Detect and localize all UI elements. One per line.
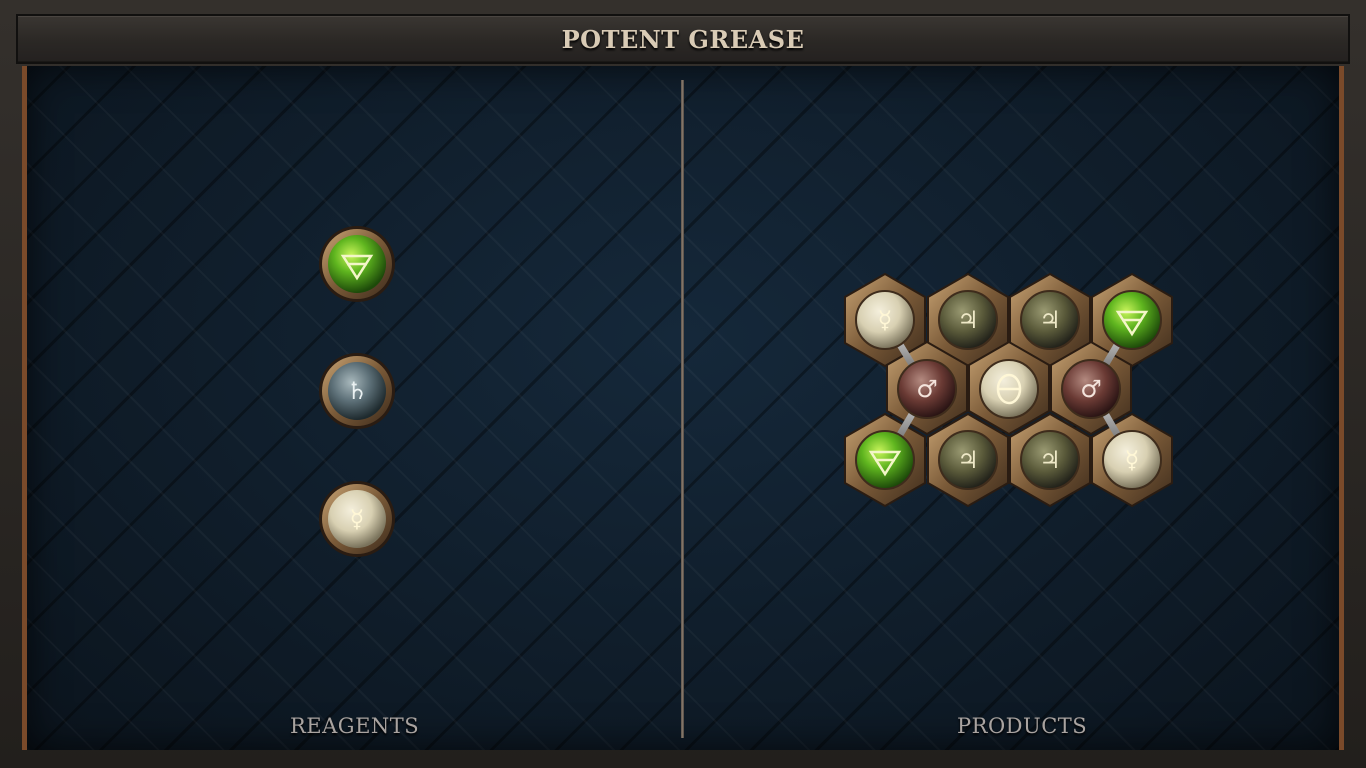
iron-icon: ♂	[1080, 375, 1102, 403]
atom-tin: ♃	[1020, 430, 1080, 490]
atom-iron: ♂	[1061, 359, 1121, 419]
tin-icon: ♃	[957, 306, 979, 334]
atom-tin: ♃	[938, 290, 998, 350]
iron-icon: ♂	[916, 375, 938, 403]
atom-iron: ♂	[897, 359, 957, 419]
atom-salt	[1102, 290, 1162, 350]
reagents-label: REAGENTS	[290, 714, 420, 738]
quicksilver-icon: ☿	[1125, 446, 1140, 474]
quicksilver-icon: ☿	[878, 306, 893, 334]
atom-quicksilver: ☿	[1102, 430, 1162, 490]
atom-tin: ♃	[1020, 290, 1080, 350]
lead-icon: ♄	[346, 377, 368, 405]
quicksilver-icon: ☿	[350, 505, 365, 533]
products-label: PRODUCTS	[957, 714, 1088, 738]
atom-tin: ♃	[938, 430, 998, 490]
tin-icon: ♃	[957, 446, 979, 474]
atom-salt	[855, 430, 915, 490]
atoms-layer: ♄ ☿ ☿ ♃ ♃ ♂ ♂ ♃ ♃ ☿	[319, 226, 1173, 557]
reagent-lead[interactable]: ♄	[319, 353, 395, 429]
atom-quicksilver: ☿	[855, 290, 915, 350]
product-molecule[interactable]: ☿ ♃ ♃ ♂ ♂ ♃ ♃ ☿	[844, 272, 1173, 508]
tin-icon: ♃	[1039, 446, 1061, 474]
reagent-quicksilver[interactable]: ☿	[319, 481, 395, 557]
atom-salt-cardinal	[979, 359, 1039, 419]
reagent-salt[interactable]	[319, 226, 395, 302]
tin-icon: ♃	[1039, 306, 1061, 334]
